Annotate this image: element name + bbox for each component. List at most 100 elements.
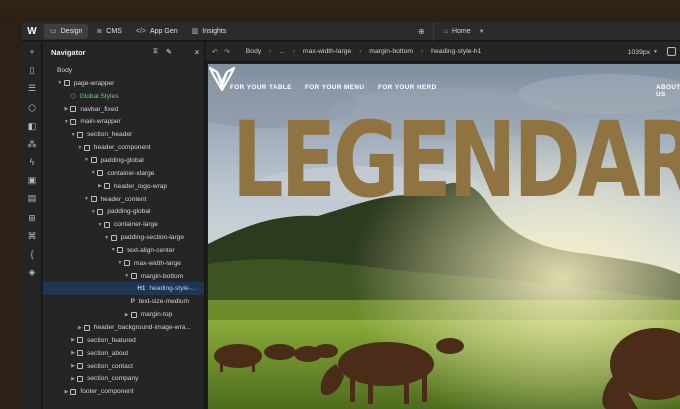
breakpoint-width[interactable]: 1039px ▼ xyxy=(628,42,658,62)
interactions-icon[interactable]: ϟ xyxy=(26,156,38,168)
tree-row[interactable]: ▼ container-large xyxy=(43,218,204,231)
tree-row[interactable]: ▼ padding-section-large xyxy=(43,231,204,244)
tree-row[interactable]: ⬡ Global Styles xyxy=(43,90,204,103)
variables-icon[interactable]: ◧ xyxy=(26,120,38,132)
tree-row[interactable]: ▼ header_component xyxy=(43,141,204,154)
tree-row[interactable]: ▶ section_about xyxy=(43,347,204,360)
caret-down-icon[interactable]: ▼ xyxy=(83,196,91,202)
tree-row-label: section_about xyxy=(87,349,129,357)
package-icon[interactable]: ◈ xyxy=(26,266,38,278)
tree-row-label: padding-global xyxy=(100,156,144,164)
tree-row[interactable]: ▼ main-wrapper xyxy=(43,115,204,128)
caret-right-icon[interactable]: ▶ xyxy=(96,183,104,189)
tree-row[interactable]: ▶ footer_component xyxy=(43,385,204,398)
caret-down-icon[interactable]: ▼ xyxy=(96,222,104,228)
caret-down-icon[interactable]: ▼ xyxy=(76,145,84,151)
element-box-icon xyxy=(97,170,104,177)
tree-row[interactable]: ▼ section_header xyxy=(43,128,204,141)
tree-row[interactable]: ▼ container-xlarge xyxy=(43,167,204,180)
pin-icon[interactable]: ✎ xyxy=(166,48,172,56)
caret-down-icon[interactable]: ▼ xyxy=(69,132,77,138)
tree-row-label: Global Styles xyxy=(79,92,119,100)
canvas-preview[interactable]: FOR YOUR TABLE FOR YOUR MENU FOR YOUR HE… xyxy=(208,64,680,409)
tree-row[interactable]: ▶ margin-top xyxy=(43,308,204,321)
caret-down-icon[interactable]: ▼ xyxy=(116,260,124,266)
tree-row[interactable]: ▼ padding-global xyxy=(43,205,204,218)
top-bar: W ▭ Design ≣ CMS </> App Gen ▥ Insights … xyxy=(22,22,680,41)
caret-right-icon[interactable]: ▶ xyxy=(69,363,77,369)
close-icon[interactable]: × xyxy=(190,42,204,62)
tree-row[interactable]: Body xyxy=(43,64,204,77)
caret-right-icon[interactable]: ▶ xyxy=(123,312,131,318)
navigator-icon[interactable]: ☰ xyxy=(26,82,38,94)
hero-heading[interactable]: LEGENDARY xyxy=(232,100,680,220)
tab-cms[interactable]: ≣ CMS xyxy=(90,24,127,39)
caret-down-icon[interactable]: ▼ xyxy=(103,235,111,241)
breadcrumb-heading-style-h1[interactable]: heading-style-h1 xyxy=(431,48,481,55)
breadcrumb-body[interactable]: Body xyxy=(246,48,262,55)
tree-row-label: page-wrapper xyxy=(73,79,115,87)
apps-icon[interactable]: ⊞ xyxy=(26,212,38,224)
assets-icon[interactable]: ▣ xyxy=(26,174,38,186)
undo-icon[interactable]: ↶ xyxy=(212,48,218,56)
caret-right-icon[interactable]: ▶ xyxy=(62,106,70,112)
add-icon[interactable]: + xyxy=(26,46,38,58)
tab-app-gen[interactable]: </> App Gen xyxy=(130,24,184,39)
tree-row[interactable]: Ptext-size-medium xyxy=(43,295,204,308)
design-icon: ▭ xyxy=(50,28,57,35)
tree-row[interactable]: ▼ max-width-large xyxy=(43,257,204,270)
caret-right-icon[interactable]: ▶ xyxy=(69,337,77,343)
tree-row-label: padding-section-large xyxy=(120,234,185,242)
globe-icon[interactable]: ⊕ xyxy=(418,27,425,36)
caret-right-icon[interactable]: ▶ xyxy=(76,325,84,331)
breadcrumb-margin-bottom[interactable]: margin-bottom xyxy=(369,48,413,55)
caret-right-icon[interactable]: ▶ xyxy=(69,376,77,382)
caret-down-icon[interactable]: ▼ xyxy=(123,273,131,279)
tree-row[interactable]: ▶ section_featured xyxy=(43,334,204,347)
site-nav-herd[interactable]: FOR YOUR HERD xyxy=(378,84,437,91)
collapse-all-icon[interactable]: ⧖ xyxy=(153,48,158,56)
home-icon: ⌂ xyxy=(443,28,448,35)
caret-down-icon[interactable]: ▼ xyxy=(89,209,97,215)
page-selector[interactable]: ⌂ Home ▼ xyxy=(432,22,485,41)
element-box-icon xyxy=(63,80,70,87)
breadcrumb-ellipsis[interactable]: ... xyxy=(279,48,285,55)
tab-cms-label: CMS xyxy=(106,27,122,35)
tree-row[interactable]: ▶ navbar_fixed xyxy=(43,103,204,116)
caret-down-icon[interactable]: ▼ xyxy=(62,119,70,125)
components-icon[interactable]: ⬡ xyxy=(26,102,38,114)
caret-down-icon[interactable]: ▼ xyxy=(56,80,64,86)
pages-icon[interactable]: ▯ xyxy=(26,64,38,76)
cms-collections-icon[interactable]: ▤ xyxy=(26,192,38,204)
tree-row[interactable]: ▶ section_company xyxy=(43,372,204,385)
caret-down-icon[interactable]: ▼ xyxy=(89,170,97,176)
tab-insights[interactable]: ▥ Insights xyxy=(186,24,233,39)
topbar-right: ⊕ ⌂ Home ▼ xyxy=(418,22,485,41)
tree-row[interactable]: ▼ margin-bottom xyxy=(43,270,204,283)
brand-logo-icon[interactable] xyxy=(208,64,236,92)
site-nav-table[interactable]: FOR YOUR TABLE xyxy=(230,84,292,91)
tree-row[interactable]: ▼ padding-global xyxy=(43,154,204,167)
tree-row[interactable]: H1 heading-style-... xyxy=(43,282,204,296)
tree-row[interactable]: ▼ header_content xyxy=(43,193,204,206)
caret-right-icon[interactable]: ▶ xyxy=(69,350,77,356)
custom-code-icon[interactable]: { xyxy=(26,248,38,260)
tree-row[interactable]: ▼ page-wrapper xyxy=(43,77,204,90)
styles-icon[interactable]: ⁂ xyxy=(26,138,38,150)
tree-row[interactable]: ▶ section_contact xyxy=(43,360,204,373)
caret-down-icon[interactable]: ▼ xyxy=(83,157,91,163)
preview-icon[interactable] xyxy=(667,47,676,56)
site-nav-about[interactable]: ABOUT US xyxy=(656,84,680,98)
webflow-logo[interactable]: W xyxy=(22,22,42,41)
redo-icon[interactable]: ↷ xyxy=(224,48,230,56)
caret-down-icon[interactable]: ▼ xyxy=(109,247,117,253)
tab-design[interactable]: ▭ Design xyxy=(44,23,89,39)
site-nav-menu[interactable]: FOR YOUR MENU xyxy=(305,84,364,91)
breadcrumb-max-width-large[interactable]: max-width-large xyxy=(303,48,351,55)
tree-row[interactable]: ▼ text-align-center xyxy=(43,244,204,257)
caret-right-icon[interactable]: ▶ xyxy=(62,389,70,395)
integrations-icon[interactable]: ⌘ xyxy=(26,230,38,242)
element-box-icon xyxy=(77,131,84,138)
tree-row[interactable]: ▶ header_background-image-wra... xyxy=(43,321,204,334)
tree-row[interactable]: ▶ header_logo-wrap xyxy=(43,180,204,193)
